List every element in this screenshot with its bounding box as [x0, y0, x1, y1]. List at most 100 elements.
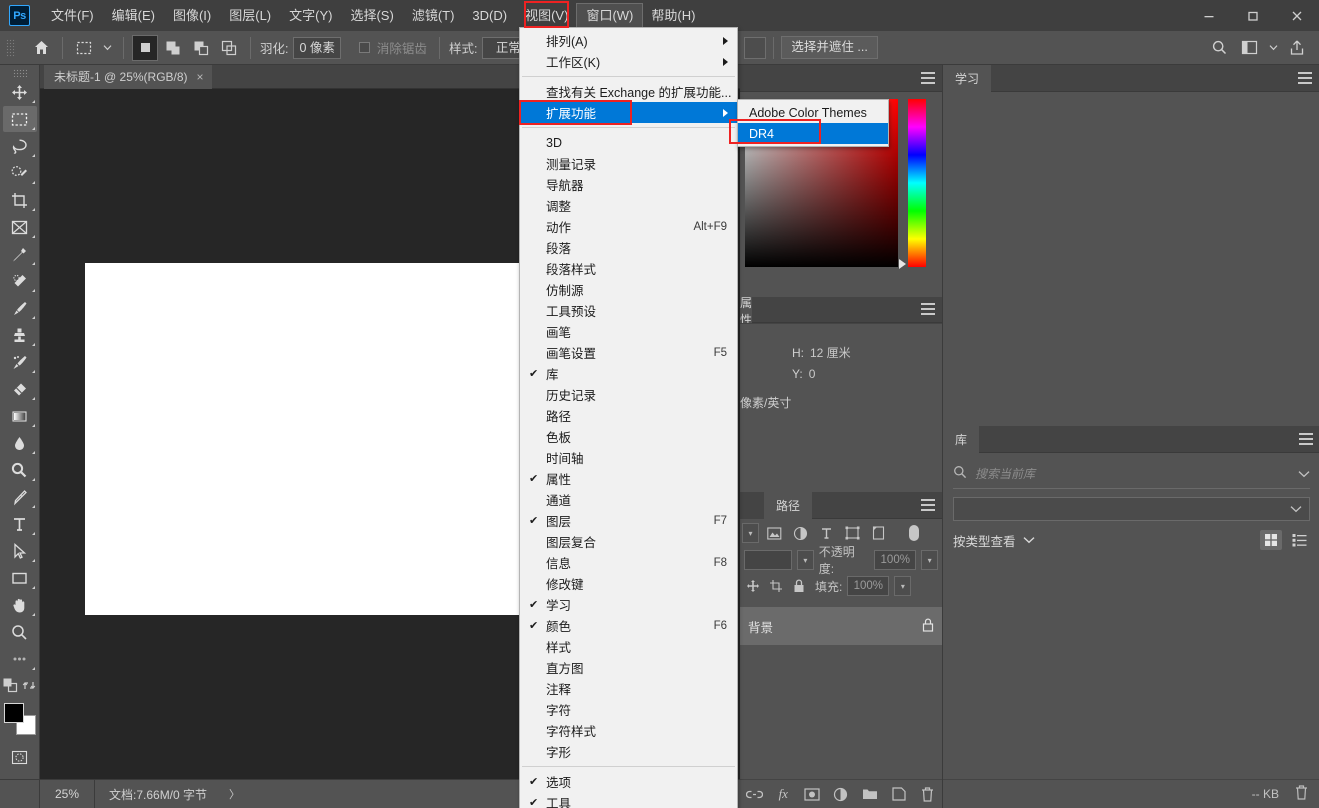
eraser-tool[interactable]	[3, 376, 37, 402]
blur-tool[interactable]	[3, 430, 37, 456]
layer-row[interactable]: 背景	[740, 607, 942, 645]
rectangle-tool[interactable]	[3, 565, 37, 591]
window-menu-item-15[interactable]: 画笔	[520, 321, 737, 342]
share-icon[interactable]	[1284, 35, 1310, 61]
window-menu-item-1[interactable]: 工作区(K)	[520, 51, 737, 72]
height-value[interactable]: 12 厘米	[810, 344, 851, 361]
extensions-submenu[interactable]: Adobe Color ThemesDR4	[737, 99, 889, 147]
smartobject-filter-icon[interactable]	[867, 522, 889, 544]
window-menu-item-14[interactable]: 工具预设	[520, 300, 737, 321]
window-menu-item-13[interactable]: 仿制源	[520, 279, 737, 300]
status-expand-arrow[interactable]: 〉	[229, 786, 240, 802]
chevron-down-icon[interactable]	[1023, 533, 1035, 547]
hue-slider-marker[interactable]	[899, 259, 906, 269]
tab-library[interactable]: 库	[943, 426, 979, 453]
menu-item-2[interactable]: 图像(I)	[164, 4, 220, 28]
window-menu-item-7[interactable]: 测量记录	[520, 153, 737, 174]
workspace-icon[interactable]	[1236, 35, 1262, 61]
window-menu-item-18[interactable]: 历史记录	[520, 384, 737, 405]
layer-mask-icon[interactable]	[801, 783, 823, 805]
menu-item-5[interactable]: 选择(S)	[341, 4, 402, 28]
history-brush-tool[interactable]	[3, 349, 37, 375]
window-menu-item-4[interactable]: 扩展功能	[520, 102, 737, 123]
edit-toolbar-tool[interactable]	[3, 646, 37, 672]
lock-position-icon[interactable]	[744, 575, 762, 597]
color-panel-menu-icon[interactable]	[921, 72, 935, 84]
move-tool[interactable]	[3, 79, 37, 105]
list-view-icon[interactable]	[1288, 530, 1310, 550]
window-menu-item-23[interactable]: 通道	[520, 489, 737, 510]
marquee-tool-icon[interactable]	[71, 35, 97, 61]
document-tab[interactable]: 未标题-1 @ 25%(RGB/8) ×	[44, 65, 212, 89]
add-to-selection-icon[interactable]	[160, 35, 186, 61]
pen-tool[interactable]	[3, 484, 37, 510]
intersect-selection-icon[interactable]	[216, 35, 242, 61]
brush-tool[interactable]	[3, 295, 37, 321]
crop-tool[interactable]	[3, 187, 37, 213]
adjustment-layer-icon[interactable]	[830, 783, 852, 805]
shape-filter-icon[interactable]	[841, 522, 863, 544]
window-menu-item-35[interactable]: 字形	[520, 741, 737, 762]
library-panel-menu-icon[interactable]	[1299, 433, 1313, 445]
link-layers-icon[interactable]	[743, 783, 765, 805]
blend-mode-chevron-icon[interactable]: ▾	[797, 550, 814, 570]
close-icon[interactable]	[1275, 0, 1319, 31]
document-canvas[interactable]	[85, 263, 555, 615]
feather-input[interactable]: 0 像素	[293, 37, 340, 59]
menu-item-1[interactable]: 编辑(E)	[103, 4, 164, 28]
home-icon[interactable]	[28, 35, 54, 61]
window-menu-item-3[interactable]: 查找有关 Exchange 的扩展功能...	[520, 81, 737, 102]
window-menu-item-37[interactable]: ✔选项	[520, 771, 737, 792]
menu-item-8[interactable]: 视图(V)	[516, 4, 577, 28]
library-select[interactable]	[953, 497, 1310, 521]
window-menu-item-11[interactable]: 段落	[520, 237, 737, 258]
delete-layer-icon[interactable]	[916, 783, 938, 805]
zoom-level[interactable]: 25%	[40, 787, 94, 801]
quick-mask-icon[interactable]	[3, 744, 37, 770]
window-menu-item-34[interactable]: 字符样式	[520, 720, 737, 741]
window-menu-item-24[interactable]: ✔图层F7	[520, 510, 737, 531]
opacity-chevron-icon[interactable]: ▾	[921, 550, 938, 570]
toolbar-grip[interactable]	[13, 69, 27, 77]
style-extra-box[interactable]	[744, 37, 766, 59]
window-menu-item-12[interactable]: 段落样式	[520, 258, 737, 279]
window-menu-item-31[interactable]: 直方图	[520, 657, 737, 678]
menu-item-7[interactable]: 3D(D)	[463, 4, 516, 28]
search-icon[interactable]	[1206, 35, 1232, 61]
rectangular-marquee-tool[interactable]	[3, 106, 37, 132]
tab-paths[interactable]: 路径	[764, 492, 812, 519]
window-menu-item-22[interactable]: ✔属性	[520, 468, 737, 489]
maximize-icon[interactable]	[1231, 0, 1275, 31]
opacity-value[interactable]: 100%	[874, 550, 916, 570]
menu-item-3[interactable]: 图层(L)	[220, 4, 280, 28]
lock-all-icon[interactable]	[790, 575, 808, 597]
lock-artboard-icon[interactable]	[767, 575, 785, 597]
new-selection-icon[interactable]	[132, 35, 158, 61]
grid-view-icon[interactable]	[1260, 530, 1282, 550]
window-menu-item-8[interactable]: 导航器	[520, 174, 737, 195]
window-menu-item-33[interactable]: 字符	[520, 699, 737, 720]
window-menu-item-6[interactable]: 3D	[520, 132, 737, 153]
path-selection-tool[interactable]	[3, 538, 37, 564]
layers-panel-menu-icon[interactable]	[921, 499, 935, 511]
filter-toggle-icon[interactable]	[903, 522, 925, 544]
menu-item-9[interactable]: 窗口(W)	[577, 4, 642, 28]
new-group-icon[interactable]	[859, 783, 881, 805]
window-menu-item-10[interactable]: 动作Alt+F9	[520, 216, 737, 237]
window-menu-item-20[interactable]: 色板	[520, 426, 737, 447]
chevron-down-icon[interactable]	[1266, 35, 1280, 61]
tab-layers[interactable]	[740, 492, 764, 519]
window-menu-item-28[interactable]: ✔学习	[520, 594, 737, 615]
window-menu-item-19[interactable]: 路径	[520, 405, 737, 426]
options-bar-grip[interactable]	[6, 39, 16, 57]
fill-chevron-icon[interactable]: ▾	[894, 576, 911, 596]
lock-icon[interactable]	[922, 618, 934, 635]
select-and-mask-button[interactable]: 选择并遮住 ...	[781, 36, 877, 59]
window-menu-item-32[interactable]: 注释	[520, 678, 737, 699]
window-menu-item-17[interactable]: ✔库	[520, 363, 737, 384]
window-menu-item-29[interactable]: ✔颜色F6	[520, 615, 737, 636]
new-layer-icon[interactable]	[888, 783, 910, 805]
chevron-down-icon[interactable]	[1298, 467, 1310, 481]
clone-stamp-tool[interactable]	[3, 322, 37, 348]
adjustment-filter-icon[interactable]	[789, 522, 811, 544]
